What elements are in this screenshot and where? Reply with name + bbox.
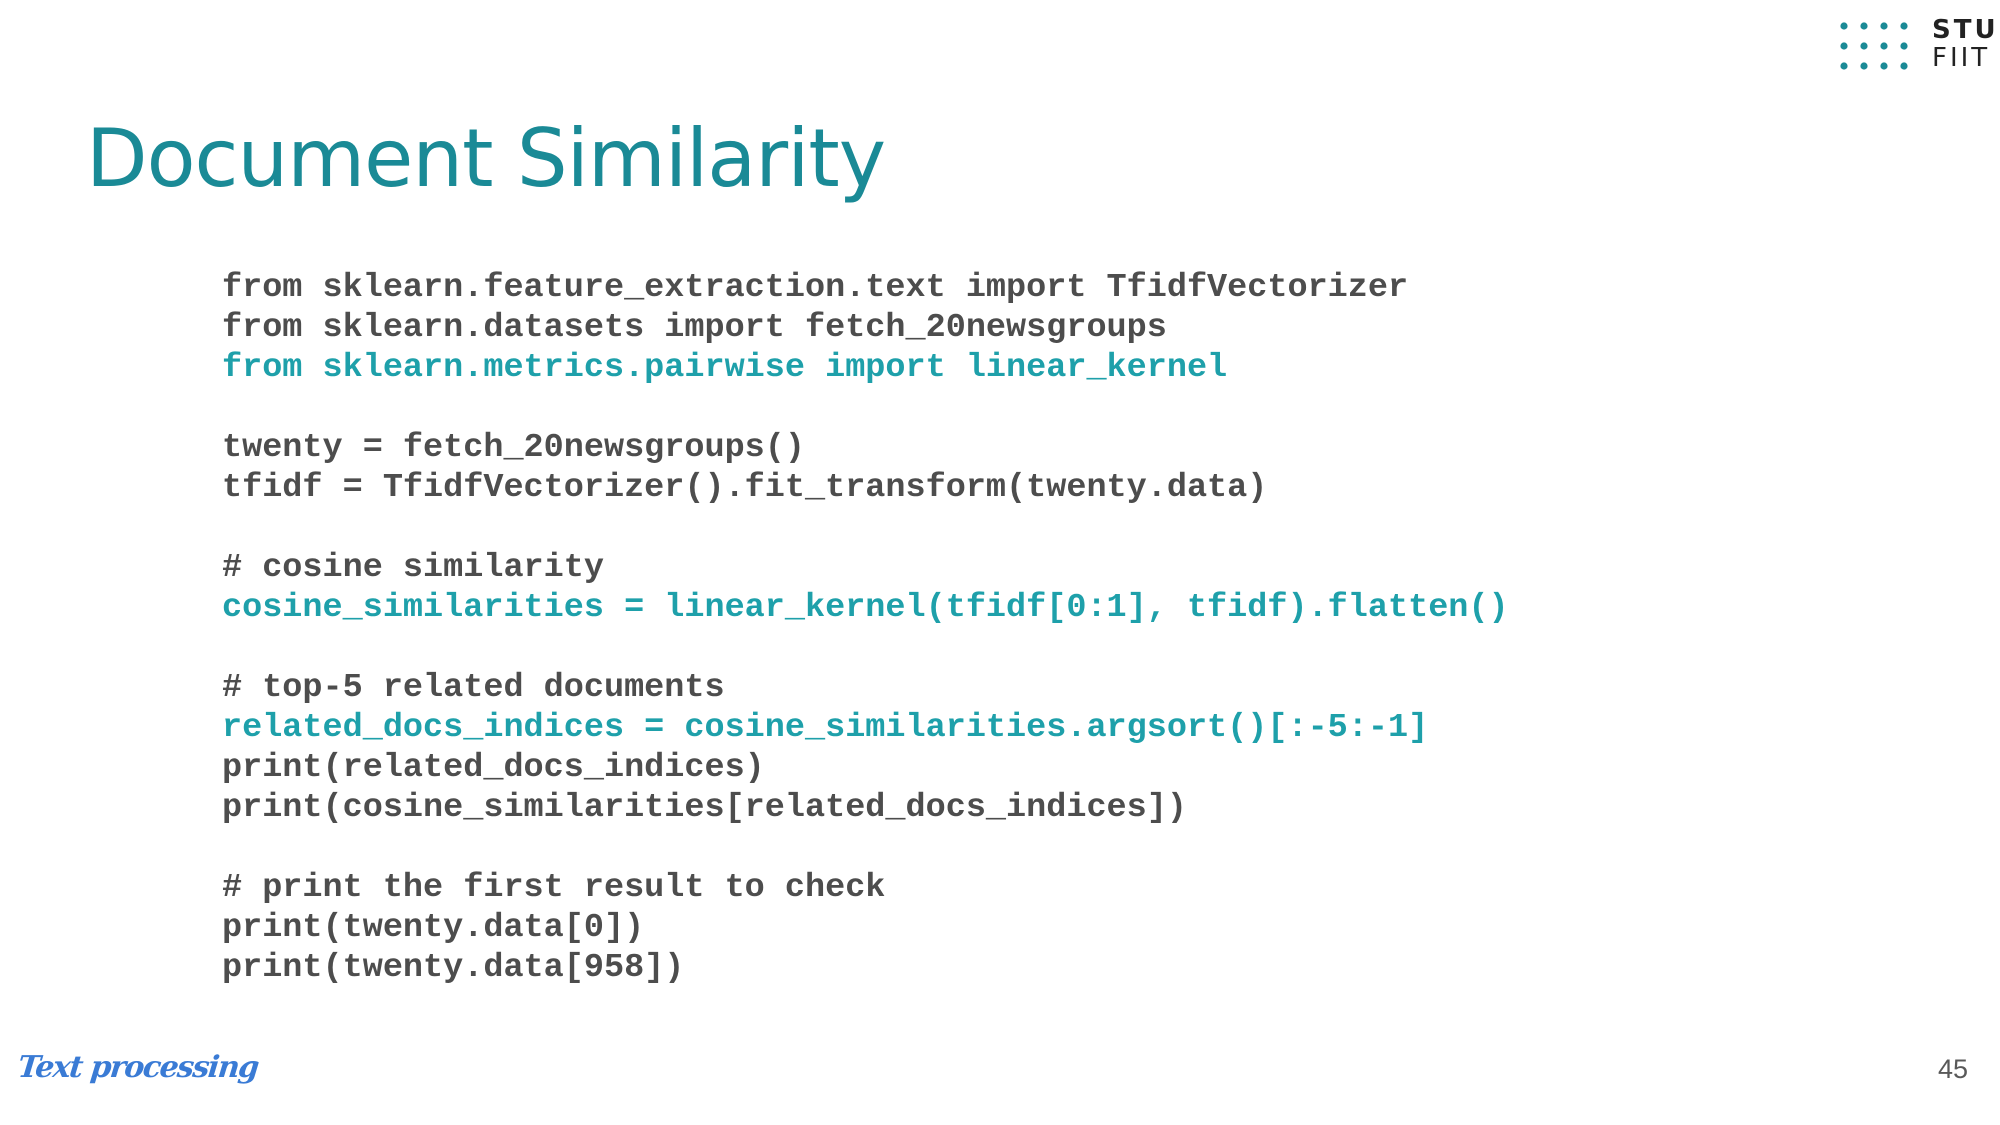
logo-line-fiit: FIIT xyxy=(1932,43,1991,73)
code-line-print-data-958: print(twenty.data[958]) xyxy=(222,949,685,987)
code-line-import-tfidf: from sklearn.feature_extraction.text imp… xyxy=(222,269,1409,307)
logo-wordmark: STU FIIT xyxy=(1932,16,1999,72)
code-line-comment-cosine: # cosine similarity xyxy=(222,549,604,587)
logo-line-stu: STU xyxy=(1932,15,1999,45)
code-line-fetch-data: twenty = fetch_20newsgroups() xyxy=(222,429,805,467)
dot-grid-icon xyxy=(1840,22,1908,70)
slide-title: Document Similarity xyxy=(86,112,886,205)
code-line-fit-transform: tfidf = TfidfVectorizer().fit_transform(… xyxy=(222,469,1268,507)
logo: STU FIIT xyxy=(1840,16,2000,76)
code-line-print-indices: print(related_docs_indices) xyxy=(222,749,765,787)
code-block: from sklearn.feature_extraction.text imp… xyxy=(222,268,1509,988)
code-line-import-linear-kernel: from sklearn.metrics.pairwise import lin… xyxy=(222,349,1228,387)
footer-course-label: Text processing xyxy=(16,1050,260,1085)
code-line-comment-top5: # top-5 related documents xyxy=(222,669,725,707)
code-line-cosine-similarities: cosine_similarities = linear_kernel(tfid… xyxy=(222,589,1509,627)
page-number: 45 xyxy=(1937,1054,1968,1084)
code-line-comment-check: # print the first result to check xyxy=(222,869,886,907)
code-line-print-similarities: print(cosine_similarities[related_docs_i… xyxy=(222,789,1187,827)
code-line-import-datasets: from sklearn.datasets import fetch_20new… xyxy=(222,309,1167,347)
code-line-related-indices: related_docs_indices = cosine_similariti… xyxy=(222,709,1429,747)
code-line-print-data-0: print(twenty.data[0]) xyxy=(222,909,645,947)
